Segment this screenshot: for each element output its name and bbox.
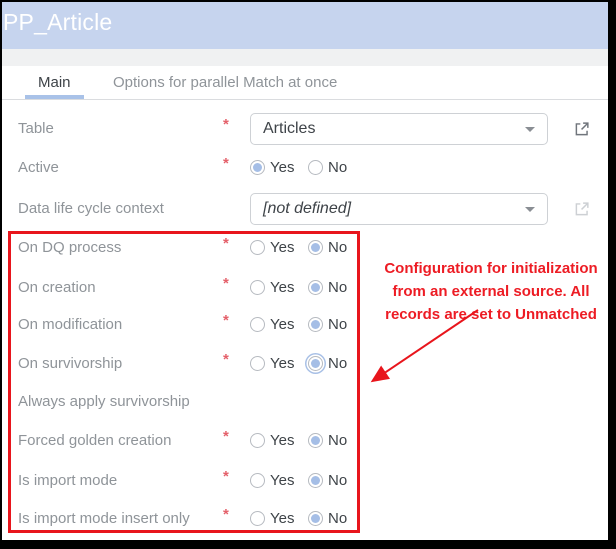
chevron-down-icon [525, 207, 535, 212]
radio-button-icon[interactable] [250, 317, 265, 332]
tab-options-parallel-match[interactable]: Options for parallel Match at once [113, 74, 337, 91]
radio-button-icon[interactable] [308, 356, 323, 371]
radio-yes[interactable]: Yes [250, 279, 294, 296]
radio-button-icon[interactable] [250, 433, 265, 448]
tab-main[interactable]: Main [38, 74, 71, 91]
radio-button-icon[interactable] [250, 160, 265, 175]
required-asterisk: * [223, 428, 229, 445]
radio-button-icon[interactable] [308, 433, 323, 448]
field-row-table: Table * Articles [2, 113, 608, 145]
radio-no[interactable]: No [308, 159, 347, 176]
field-row-forced-golden-creation: Forced golden creation * Yes No [2, 425, 608, 457]
table-dropdown[interactable]: Articles [250, 113, 548, 145]
title-bar: PP_Article [2, 2, 608, 49]
radio-button-icon[interactable] [250, 356, 265, 371]
radio-button-icon[interactable] [308, 240, 323, 255]
header-spacer [2, 49, 608, 66]
field-row-on-survivorship: On survivorship * Yes No [2, 348, 608, 380]
radio-button-icon[interactable] [250, 473, 265, 488]
required-asterisk: * [223, 351, 229, 368]
field-row-active: Active * Yes No [2, 152, 608, 184]
chevron-down-icon [525, 127, 535, 132]
tab-separator [2, 99, 608, 100]
field-label: On modification [18, 309, 122, 341]
annotation-note: Configuration for initialization from an… [376, 257, 606, 326]
radio-no[interactable]: No [308, 355, 347, 372]
field-row-always-apply-survivorship: Always apply survivorship [2, 386, 608, 418]
radio-no[interactable]: No [308, 432, 347, 449]
dropdown-value: Articles [263, 114, 315, 144]
required-asterisk: * [223, 235, 229, 252]
required-asterisk: * [223, 506, 229, 523]
field-label: Always apply survivorship [18, 386, 190, 418]
field-label: On DQ process [18, 232, 121, 264]
required-asterisk: * [223, 275, 229, 292]
field-label: Is import mode [18, 465, 117, 497]
field-label: Is import mode insert only [18, 503, 190, 535]
field-label: Table [18, 113, 54, 145]
annotation-line: records are set to Unmatched [376, 303, 606, 326]
field-label: Data life cycle context [18, 193, 164, 225]
field-row-data-life-cycle-context: Data life cycle context [not defined] [2, 193, 608, 225]
field-label: Active [18, 152, 59, 184]
field-label: On creation [18, 272, 96, 304]
radio-yes[interactable]: Yes [250, 355, 294, 372]
radio-yes[interactable]: Yes [250, 472, 294, 489]
required-asterisk: * [223, 468, 229, 485]
data-life-cycle-context-dropdown[interactable]: [not defined] [250, 193, 548, 225]
annotation-line: from an external source. All [376, 280, 606, 303]
radio-yes[interactable]: Yes [250, 316, 294, 333]
page-title: PP_Article [3, 9, 112, 36]
radio-button-icon[interactable] [308, 473, 323, 488]
external-link-icon[interactable] [573, 120, 591, 138]
radio-no[interactable]: No [308, 472, 347, 489]
radio-no[interactable]: No [308, 279, 347, 296]
radio-button-icon[interactable] [250, 280, 265, 295]
field-row-is-import-mode: Is import mode * Yes No [2, 465, 608, 497]
radio-yes[interactable]: Yes [250, 239, 294, 256]
field-label: On survivorship [18, 348, 122, 380]
radio-button-icon[interactable] [308, 511, 323, 526]
radio-button-icon[interactable] [308, 160, 323, 175]
tab-bar: Main Options for parallel Match at once [2, 66, 608, 100]
external-link-icon[interactable] [573, 200, 591, 218]
required-asterisk: * [223, 312, 229, 329]
required-asterisk: * [223, 116, 229, 133]
dropdown-value: [not defined] [263, 194, 351, 224]
radio-button-icon[interactable] [250, 511, 265, 526]
radio-no[interactable]: No [308, 510, 347, 527]
radio-yes[interactable]: Yes [250, 432, 294, 449]
radio-no[interactable]: No [308, 316, 347, 333]
field-label: Forced golden creation [18, 425, 171, 457]
radio-yes[interactable]: Yes [250, 510, 294, 527]
radio-button-icon[interactable] [308, 280, 323, 295]
radio-yes[interactable]: Yes [250, 159, 294, 176]
radio-button-icon[interactable] [308, 317, 323, 332]
radio-no[interactable]: No [308, 239, 347, 256]
required-asterisk: * [223, 155, 229, 172]
app-window: PP_Article Main Options for parallel Mat… [2, 2, 608, 540]
field-row-is-import-mode-insert-only: Is import mode insert only * Yes No [2, 503, 608, 535]
radio-button-icon[interactable] [250, 240, 265, 255]
annotation-line: Configuration for initialization [376, 257, 606, 280]
